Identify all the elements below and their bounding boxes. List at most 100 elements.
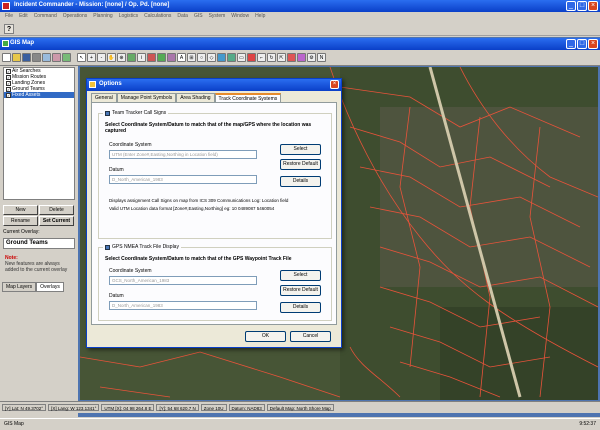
- delete-button[interactable]: Delete: [39, 205, 74, 215]
- area-tool-icon[interactable]: ◇: [207, 53, 216, 62]
- rename-button[interactable]: Rename: [3, 216, 38, 226]
- map-properties-icon[interactable]: [62, 53, 71, 62]
- status-lng: [X] Lang: W 123.1341°: [48, 404, 100, 411]
- help-icon[interactable]: ?: [4, 24, 14, 34]
- coordinate-system-field[interactable]: GCS_North_American_1983: [109, 276, 257, 285]
- restore-icon[interactable]: □: [577, 39, 587, 49]
- close-icon[interactable]: ×: [588, 39, 598, 49]
- menu-system[interactable]: System: [206, 12, 229, 22]
- team-tracker-group: Team Tracker Call Signs Select Coordinat…: [98, 110, 332, 239]
- menu-edit[interactable]: Edit: [16, 12, 31, 22]
- text-tool-icon[interactable]: A: [177, 53, 186, 62]
- polygon-icon[interactable]: [217, 53, 226, 62]
- edit-icon[interactable]: ⌐: [257, 53, 266, 62]
- datum-label: Datum: [109, 167, 124, 173]
- menu-window[interactable]: Window: [228, 12, 252, 22]
- taskbar-window-label: GIS Map: [4, 421, 24, 427]
- tab-overlays[interactable]: Overlays: [36, 282, 64, 292]
- zoom-out-icon[interactable]: -: [97, 53, 106, 62]
- refresh-icon[interactable]: ↻: [267, 53, 276, 62]
- checkbox-icon[interactable]: ✓: [6, 86, 11, 92]
- menu-file[interactable]: File: [2, 12, 16, 22]
- coordinate-system-label: Coordinate System: [109, 142, 152, 148]
- bottom-status: GIS Map 9:52:37: [0, 418, 600, 430]
- gps-track-group: GPS NMEA Track File Display Select Coord…: [98, 244, 332, 321]
- grid-icon[interactable]: ⊞: [187, 53, 196, 62]
- menu-calculations[interactable]: Calculations: [141, 12, 174, 22]
- print-icon[interactable]: [32, 53, 41, 62]
- gps-icon[interactable]: [297, 53, 306, 62]
- open-folder-icon[interactable]: [12, 53, 21, 62]
- north-arrow-icon[interactable]: N: [317, 53, 326, 62]
- ok-button[interactable]: OK: [245, 331, 286, 342]
- menu-help[interactable]: Help: [252, 12, 268, 22]
- scale-icon[interactable]: [247, 53, 256, 62]
- marker-icon[interactable]: [147, 53, 156, 62]
- group-label: GPS NMEA Track File Display: [112, 244, 179, 250]
- track-icon[interactable]: [167, 53, 176, 62]
- maximize-icon[interactable]: □: [577, 1, 587, 11]
- minimize-icon[interactable]: _: [566, 1, 576, 11]
- coordinate-system-field[interactable]: UTM (Enter Zone#,Easting,Northing in Loc…: [109, 150, 257, 159]
- app-titlebar: Incident Commander - Mission: [none] / O…: [0, 0, 600, 12]
- status-utm-y: [Y]: 54 68 620.7 N: [156, 404, 199, 411]
- print-preview-icon[interactable]: [42, 53, 51, 62]
- status-lat: [Y] Lat: N 49.3702°: [2, 404, 47, 411]
- status-zone: Zone 10U: [200, 404, 227, 411]
- minimize-icon[interactable]: _: [566, 39, 576, 49]
- status-utm-x: UTM [X]: 04 98 264.8 E: [101, 404, 155, 411]
- checkbox-icon[interactable]: ✓: [6, 68, 11, 74]
- datum-label: Datum: [109, 293, 124, 299]
- cancel-button[interactable]: Cancel: [290, 331, 331, 342]
- menu-logistics[interactable]: Logistics: [116, 12, 141, 22]
- pan-icon[interactable]: ✋: [107, 53, 116, 62]
- settings-icon[interactable]: ⚙: [307, 53, 316, 62]
- close-icon[interactable]: ×: [588, 1, 598, 11]
- group-label: Team Tracker Call Signs: [112, 110, 167, 116]
- menu-planning[interactable]: Planning: [90, 12, 115, 22]
- list-item[interactable]: ✓ Fixed Assets: [4, 92, 74, 98]
- overlay-list[interactable]: ✓ Air Searches ✓ Mission Routes ✓ Landing Z…: [3, 67, 75, 200]
- options-dialog: Options × General Manage Point Symbols A…: [86, 78, 342, 348]
- main-toolbar: [0, 22, 600, 36]
- menu-gis[interactable]: GIS: [191, 12, 206, 22]
- details-button[interactable]: Details: [280, 302, 321, 313]
- zoom-in-icon[interactable]: +: [87, 53, 96, 62]
- globe-icon[interactable]: [127, 53, 136, 62]
- checkbox-icon[interactable]: ✓: [6, 92, 11, 98]
- export-icon[interactable]: ⇱: [277, 53, 286, 62]
- checkbox-icon[interactable]: ✓: [6, 74, 11, 80]
- restore-default-button[interactable]: Restore Default: [280, 285, 321, 296]
- menu-command[interactable]: Command: [31, 12, 60, 22]
- measure-icon[interactable]: ▭: [237, 53, 246, 62]
- select-arrow-icon[interactable]: ↖: [77, 53, 86, 62]
- close-icon[interactable]: ×: [330, 80, 339, 89]
- layers-icon[interactable]: [52, 53, 61, 62]
- checkbox-icon[interactable]: ✓: [6, 80, 11, 86]
- team-tracker-icon: [105, 110, 110, 116]
- details-button[interactable]: Details: [280, 176, 321, 187]
- menu-operations[interactable]: Operations: [60, 12, 90, 22]
- app-title: Incident Commander - Mission: [none] / O…: [14, 2, 170, 8]
- gis-toolbar: ↖ + - ✋ ⊕ i A ⊞ ○ ◇ ▭ ⌐ ↻ ⇱ ⚙ N: [0, 50, 600, 66]
- target-icon[interactable]: [287, 53, 296, 62]
- shading-icon[interactable]: [227, 53, 236, 62]
- restore-default-button[interactable]: Restore Default: [280, 159, 321, 170]
- set-current-button[interactable]: Set Current: [39, 216, 74, 226]
- datum-field[interactable]: D_North_American_1983: [109, 175, 257, 184]
- new-button[interactable]: New: [3, 205, 38, 215]
- identify-icon[interactable]: i: [137, 53, 146, 62]
- full-extent-icon[interactable]: ⊕: [117, 53, 126, 62]
- circle-tool-icon[interactable]: ○: [197, 53, 206, 62]
- datum-field[interactable]: D_North_American_1983: [109, 301, 257, 310]
- tab-panel: Team Tracker Call Signs Select Coordinat…: [91, 102, 337, 325]
- new-map-icon[interactable]: [2, 53, 11, 62]
- tab-map-layers[interactable]: Map Layers: [2, 282, 37, 292]
- gis-title: GIS Map: [10, 40, 35, 46]
- select-button[interactable]: Select: [280, 144, 321, 155]
- current-overlay-label: Current Overlay:: [3, 229, 40, 235]
- menu-data[interactable]: Data: [174, 12, 191, 22]
- select-button[interactable]: Select: [280, 270, 321, 281]
- save-icon[interactable]: [22, 53, 31, 62]
- tree-icon[interactable]: [157, 53, 166, 62]
